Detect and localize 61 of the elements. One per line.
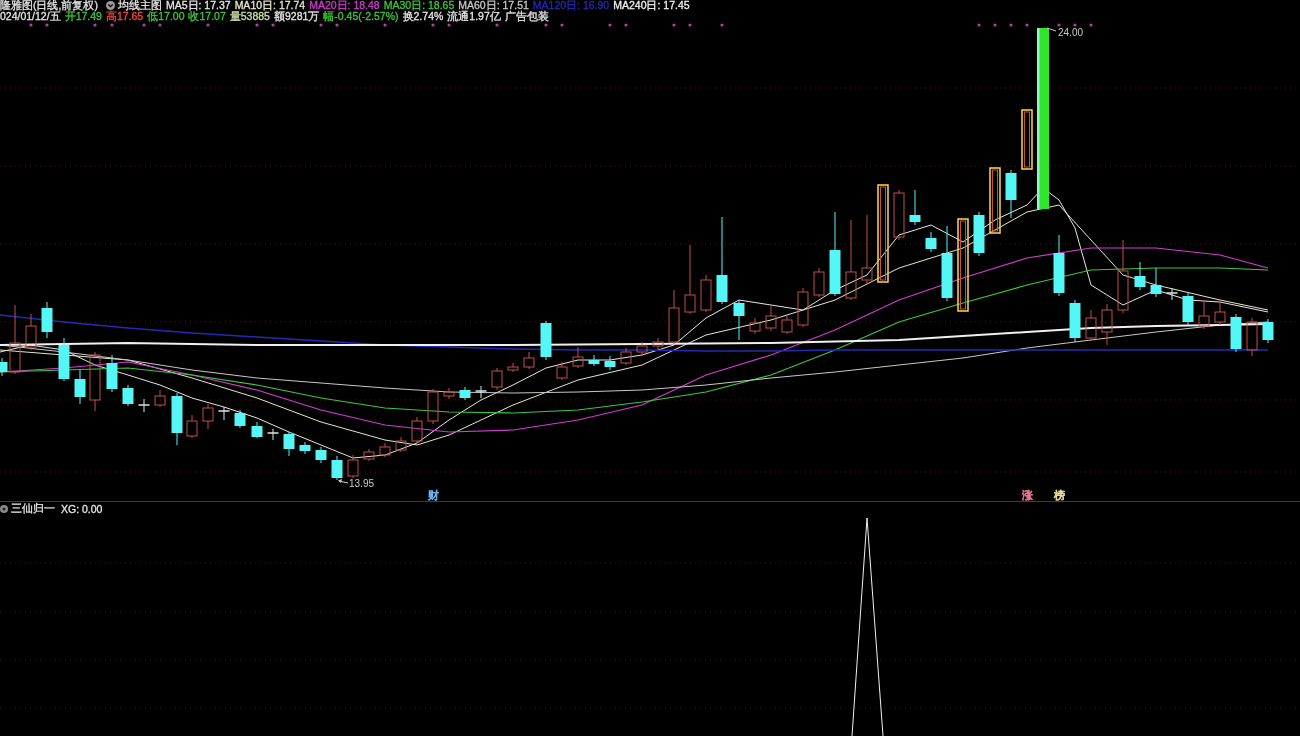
event-marker[interactable]: 涨 [1021,489,1033,501]
signal-dot [319,23,323,27]
signal-dot [1089,23,1093,27]
highlighted-candle [989,167,1001,234]
signal-dot [560,23,564,27]
signal-dot [110,23,114,27]
high-price-label: 24.00 [1058,27,1084,38]
circle-icon[interactable] [0,504,8,513]
quote-value: 高17.65 [105,11,144,22]
signal-dot [431,23,435,27]
signal-dot [29,23,33,27]
moving-average-value: MA5日: 17.37 [165,0,231,11]
indicator-reading: XG: 0.00 [61,502,103,515]
signal-dot [255,23,259,27]
quote-value: 024/01/12/五 [0,11,61,22]
quote-value: 收17.07 [188,11,226,22]
signal-dot [206,23,210,27]
signal-dot [688,23,692,27]
signal-dot [447,23,451,27]
high-price-leader [1046,27,1057,32]
signal-dot [720,23,724,27]
moving-average-value: MA10日: 17.74 [234,0,306,11]
moving-average-value: MA240日: 17.45 [613,0,690,11]
signal-dot [544,23,548,27]
quote-value: 低17.00 [147,11,185,22]
signal-dot [495,23,499,27]
signal-dot [142,23,146,27]
quote-value: 换2.74% [402,11,444,22]
quote-value: 量53885 [229,11,270,22]
moving-average-value: MA120日: 16.90 [532,0,610,11]
moving-average-value: MA60日: 17.51 [458,0,529,11]
moving-average-value: MA20日: 18.48 [309,0,380,11]
signal-dot [1073,23,1077,27]
quote-value: 广告包装 [504,11,549,22]
signal-dot [1025,23,1029,27]
signal-dot [45,23,49,27]
signal-dot [608,23,612,27]
signal-dot [335,23,339,27]
event-marker[interactable]: 财 [427,489,439,501]
quote-value: 幅-0.45(-2.57%) [323,11,399,22]
signal-dot [271,23,275,27]
moving-average-value: MA30日: 18.65 [383,0,455,11]
signal-dot [1009,23,1013,27]
quote-value: 流通1.97亿 [447,11,501,22]
indicator-name: 三仙归一 [11,501,55,516]
quote-value: 开17.49 [64,11,102,22]
signal-dot [383,23,387,27]
highlighted-candle [1021,109,1033,170]
signal-dot [93,23,97,27]
signal-dot [977,23,981,27]
event-marker[interactable]: 榜 [1053,489,1065,501]
signal-dot [672,23,676,27]
indicator-menu[interactable]: 均线主图 [101,0,162,11]
chart-title: 隆雅图(日线,前复权) [0,0,98,11]
signal-dot [158,23,162,27]
signal-dot [1057,23,1061,27]
signal-dot [993,23,997,27]
quote-value: 额9281万 [273,11,320,22]
signal-dot [624,23,628,27]
low-price-arrow [338,479,349,484]
low-price-label: 13.95 [349,478,375,489]
